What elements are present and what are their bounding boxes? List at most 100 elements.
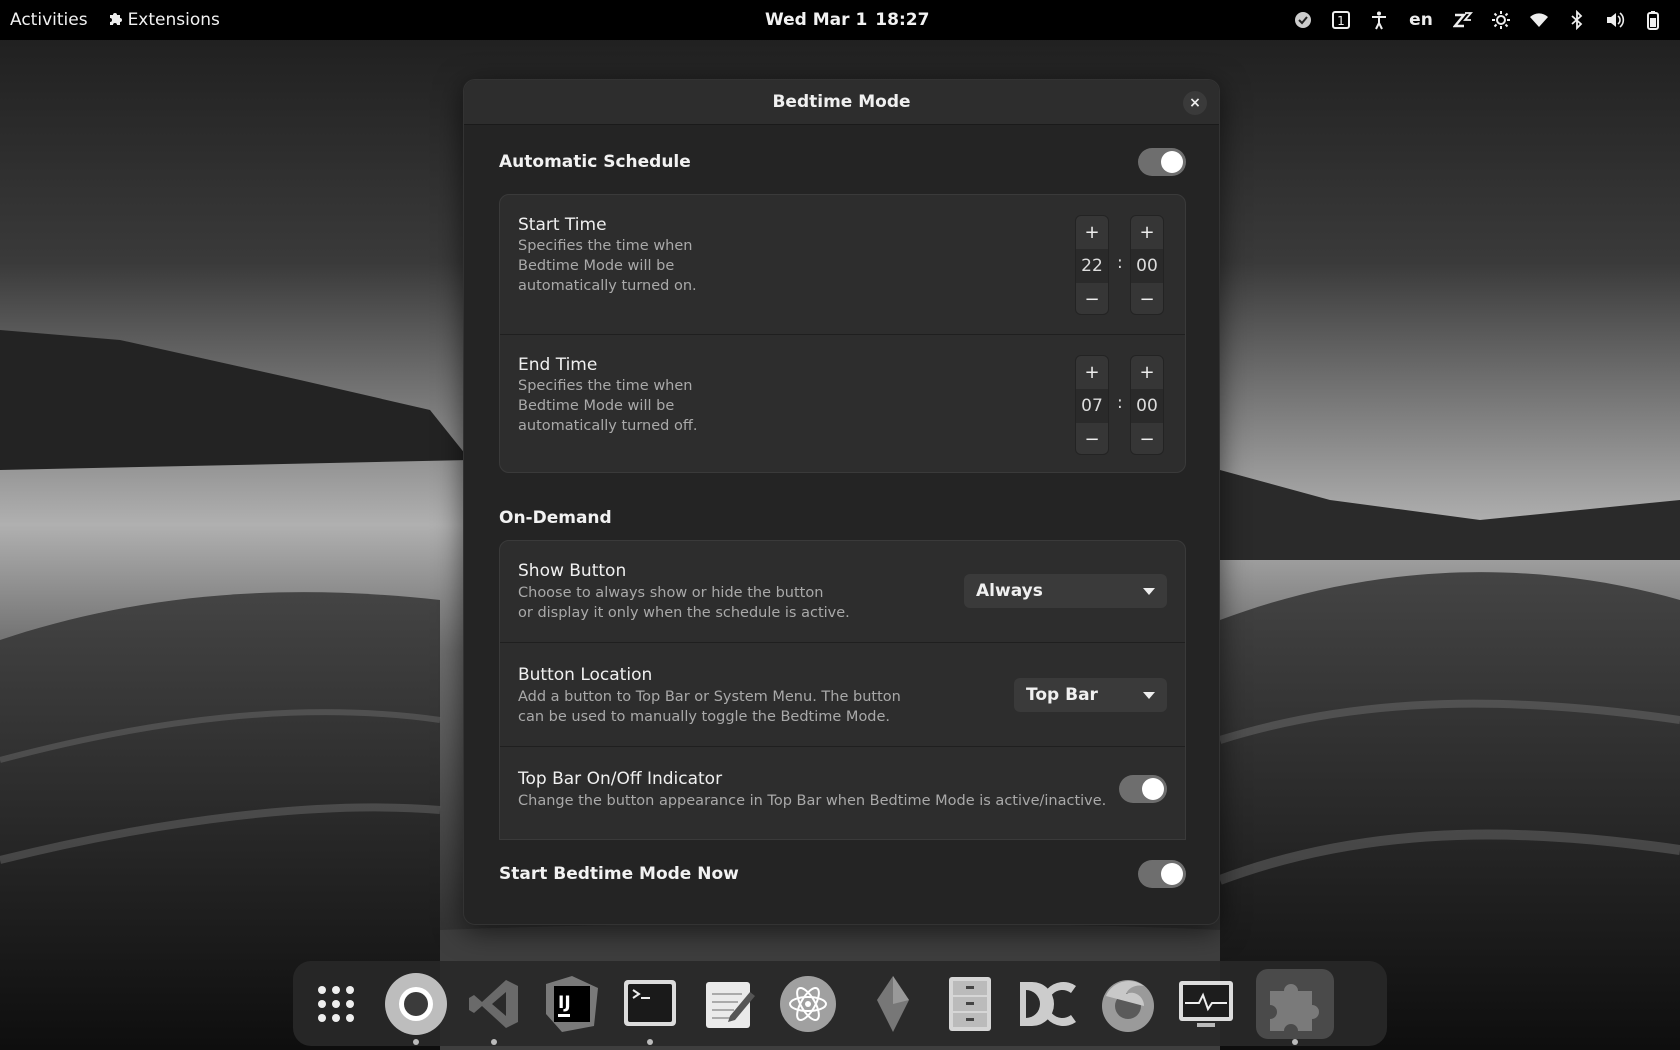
start-hours-increment-button[interactable]: + — [1076, 216, 1108, 249]
schedule-card: Start Time Specifies the time when Bedti… — [499, 194, 1186, 473]
window-header: Bedtime Mode × — [464, 80, 1219, 125]
minus-icon: − — [1084, 429, 1100, 450]
show-apps-button[interactable] — [301, 969, 371, 1039]
start-hours-spinbutton: + 22 − — [1075, 215, 1109, 315]
wifi-icon[interactable] — [1520, 0, 1558, 40]
minus-icon: − — [1139, 289, 1155, 310]
vscode-icon — [469, 980, 518, 1028]
plus-icon: + — [1139, 222, 1155, 243]
time-separator: : — [1117, 393, 1123, 413]
start-minutes-spinbutton: + 00 − — [1130, 215, 1164, 315]
chevron-down-icon — [1143, 691, 1155, 699]
automatic-schedule-switch[interactable] — [1138, 148, 1186, 176]
activities-label: Activities — [10, 10, 88, 30]
end-time-description-line-2: Bedtime Mode will be — [518, 398, 675, 414]
button-location-description-line-1: Add a button to Top Bar or System Menu. … — [518, 689, 901, 705]
firefox-launcher[interactable] — [1093, 969, 1163, 1039]
atom-launcher[interactable] — [773, 969, 843, 1039]
start-hours-value[interactable]: 22 — [1076, 249, 1108, 283]
accessibility-icon[interactable] — [1360, 0, 1398, 40]
clock-button[interactable]: Wed Mar 1 18:27 — [765, 0, 929, 40]
preferences-content: Automatic Schedule Start Time Specifies … — [464, 126, 1219, 866]
show-button-selected-value: Always — [976, 581, 1043, 601]
end-time-description-line-1: Specifies the time when — [518, 378, 693, 394]
window-title: Bedtime Mode — [772, 92, 911, 112]
start-minutes-decrement-button[interactable]: − — [1131, 283, 1163, 316]
start-bedtime-now-title: Start Bedtime Mode Now — [499, 864, 739, 884]
show-button-description-line-1: Choose to always show or hide the button — [518, 585, 824, 601]
end-time-title: End Time — [518, 355, 598, 375]
show-button-dropdown[interactable]: Always — [964, 574, 1167, 608]
gem-icon — [877, 976, 909, 1032]
puzzle-icon — [1270, 984, 1319, 1031]
vscode-launcher[interactable] — [459, 969, 529, 1039]
clock-time: 18:27 — [875, 10, 930, 30]
automatic-schedule-title: Automatic Schedule — [499, 152, 691, 172]
end-hours-decrement-button[interactable]: − — [1076, 423, 1108, 456]
volume-icon[interactable] — [1596, 0, 1634, 40]
activities-button[interactable]: Activities — [0, 0, 98, 40]
workspace-indicator[interactable]: 1 — [1322, 0, 1360, 40]
time-separator: : — [1117, 253, 1123, 273]
extensions-launcher[interactable] — [1256, 969, 1334, 1039]
show-button-title: Show Button — [518, 561, 627, 581]
language-indicator[interactable]: en — [1398, 0, 1444, 40]
gem-app-launcher[interactable] — [858, 969, 928, 1039]
plus-icon: + — [1139, 362, 1155, 383]
terminal-icon — [624, 980, 676, 1026]
puzzle-icon — [108, 10, 122, 30]
chromium-launcher[interactable] — [381, 969, 451, 1039]
bluetooth-icon[interactable] — [1558, 0, 1596, 40]
chromium-icon — [385, 973, 447, 1035]
workspace-number: 1 — [1337, 14, 1345, 28]
button-location-selected-value: Top Bar — [1026, 685, 1098, 705]
on-demand-title: On-Demand — [499, 508, 612, 528]
top-bar-indicator-switch[interactable] — [1119, 775, 1167, 803]
plus-icon: + — [1084, 362, 1100, 383]
extensions-label: Extensions — [127, 10, 220, 30]
app-grid-icon — [318, 986, 354, 1022]
file-cabinet-launcher[interactable] — [935, 969, 1005, 1039]
close-button[interactable]: × — [1183, 91, 1207, 115]
button-location-dropdown[interactable]: Top Bar — [1014, 678, 1167, 712]
dock: IJ — [293, 961, 1387, 1046]
file-cabinet-icon — [949, 977, 991, 1031]
top-bar: Activities Extensions Wed Mar 1 18:27 1 … — [0, 0, 1680, 40]
start-bedtime-now-row: Start Bedtime Mode Now — [499, 860, 1186, 888]
automatic-schedule-header: Automatic Schedule — [499, 148, 1186, 176]
switch-knob — [1161, 863, 1183, 885]
start-minutes-value[interactable]: 00 — [1131, 249, 1163, 283]
shield-check-icon[interactable] — [1284, 0, 1322, 40]
start-minutes-increment-button[interactable]: + — [1131, 216, 1163, 249]
end-hours-increment-button[interactable]: + — [1076, 356, 1108, 389]
clock-date: Wed Mar 1 — [765, 10, 868, 30]
switch-knob — [1142, 778, 1164, 800]
system-monitor-launcher[interactable] — [1171, 969, 1241, 1039]
battery-icon[interactable] — [1634, 0, 1672, 40]
start-time-title: Start Time — [518, 215, 607, 235]
text-editor-icon — [706, 982, 755, 1028]
start-hours-decrement-button[interactable]: − — [1076, 283, 1108, 316]
running-indicator-vscode — [491, 1039, 497, 1045]
dconf-editor-launcher[interactable] — [1013, 969, 1083, 1039]
end-minutes-increment-button[interactable]: + — [1131, 356, 1163, 389]
extensions-menu-button[interactable]: Extensions — [98, 0, 230, 40]
bedtime-zz-icon[interactable] — [1444, 0, 1482, 40]
top-bar-indicator-description: Change the button appearance in Top Bar … — [518, 793, 1107, 809]
top-bar-indicator-row: Top Bar On/Off Indicator Change the butt… — [500, 747, 1185, 831]
end-minutes-value[interactable]: 00 — [1131, 389, 1163, 423]
running-indicator-terminal — [647, 1039, 653, 1045]
start-time-description-line-2: Bedtime Mode will be — [518, 258, 675, 274]
intellij-launcher[interactable]: IJ — [537, 969, 607, 1039]
brightness-icon[interactable] — [1482, 0, 1520, 40]
end-minutes-decrement-button[interactable]: − — [1131, 423, 1163, 456]
text-editor-launcher[interactable] — [693, 969, 763, 1039]
end-hours-value[interactable]: 07 — [1076, 389, 1108, 423]
start-bedtime-now-switch[interactable] — [1138, 860, 1186, 888]
start-time-row: Start Time Specifies the time when Bedti… — [500, 195, 1185, 335]
terminal-launcher[interactable] — [615, 969, 685, 1039]
end-minutes-spinbutton: + 00 − — [1130, 355, 1164, 455]
chevron-down-icon — [1143, 587, 1155, 595]
top-bar-indicator-title: Top Bar On/Off Indicator — [518, 769, 723, 789]
on-demand-card: Show Button Choose to always show or hid… — [499, 540, 1186, 840]
